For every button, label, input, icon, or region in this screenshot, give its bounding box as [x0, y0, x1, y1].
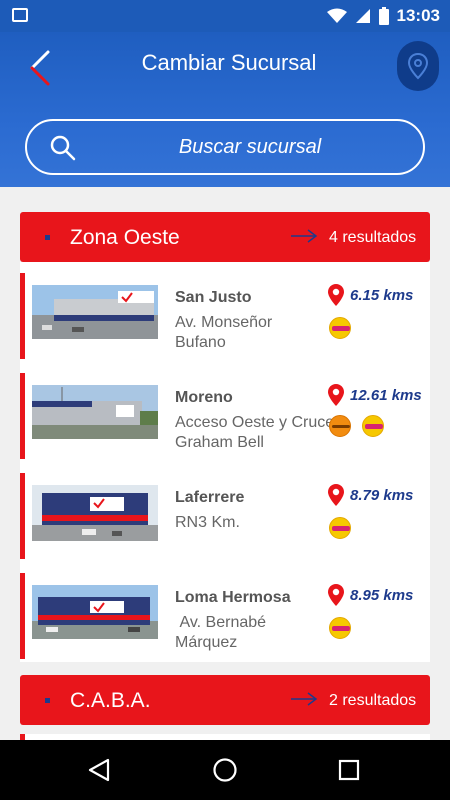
system-icons: 13:03	[326, 6, 440, 26]
branch-distance: 6.15 kms	[350, 287, 414, 304]
promo-badge-icon	[329, 617, 351, 639]
location-pin-icon	[407, 52, 429, 80]
arrow-right-icon	[291, 229, 318, 243]
system-nav-bar	[0, 740, 450, 800]
bullet-icon	[45, 698, 50, 703]
signal-icon	[355, 9, 370, 23]
search-icon	[50, 135, 76, 161]
nav-recent-icon[interactable]	[338, 759, 360, 781]
branch-name: Laferrere	[175, 489, 245, 506]
search-placeholder: Buscar sucursal	[178, 136, 322, 158]
location-button[interactable]	[397, 41, 439, 91]
nav-back-icon[interactable]	[88, 758, 110, 782]
row-accent-bar	[20, 473, 25, 559]
branch-photo	[32, 385, 158, 439]
image-icon	[12, 8, 28, 22]
branch-name: Loma Hermosa	[175, 589, 291, 606]
clock-time: 13:03	[396, 6, 440, 25]
nav-home-icon[interactable]	[212, 757, 238, 783]
arrow-right-icon	[291, 692, 318, 706]
distance-pin-icon	[328, 284, 344, 306]
status-bar: 13:03	[0, 0, 450, 32]
app-header: Cambiar Sucursal Buscar sucursal	[0, 32, 450, 187]
zone-header-caba[interactable]: C.A.B.A. 2 resultados	[20, 675, 430, 725]
list-item[interactable]: Moreno Acceso Oeste y Cruce Graham Bell …	[20, 373, 430, 459]
bullet-icon	[45, 235, 50, 240]
branch-photo	[32, 285, 158, 339]
list-item[interactable]: Loma Hermosa Av. Bernabé Márquez 8.95 km…	[20, 573, 430, 659]
zone-name: C.A.B.A.	[70, 689, 151, 712]
distance-pin-icon	[328, 584, 344, 606]
branch-photo	[32, 485, 158, 541]
distance-pin-icon	[328, 484, 344, 506]
list-item[interactable]: Laferrere RN3 Km. 8.79 kms	[20, 473, 430, 559]
zone-header-oeste[interactable]: Zona Oeste 4 resultados	[20, 212, 430, 262]
battery-icon	[378, 7, 389, 25]
row-accent-bar	[20, 373, 25, 459]
page-title: Cambiar Sucursal	[141, 50, 317, 75]
promo-badge-icon	[329, 317, 351, 339]
branch-name: Moreno	[175, 389, 233, 406]
row-accent-bar	[20, 273, 25, 359]
wifi-icon	[326, 8, 347, 23]
promo-badge-icon	[329, 517, 351, 539]
branch-address: Acceso Oeste y Cruce Graham Bell	[175, 414, 335, 451]
branch-address: Av. Monseñor Bufano	[175, 314, 273, 351]
branch-distance: 8.79 kms	[350, 487, 414, 504]
branch-address: RN3 Km.	[175, 514, 240, 531]
promo-badge-icon	[362, 415, 384, 437]
zone-results-count: 4 resultados	[329, 229, 417, 246]
list-item[interactable]: San Justo Av. Monseñor Bufano 6.15 kms	[20, 273, 430, 359]
branch-distance: 12.61 kms	[350, 387, 422, 404]
branch-distance: 8.95 kms	[350, 587, 414, 604]
branch-list[interactable]: Zona Oeste 4 resultados San Justo Av. Mo…	[0, 187, 450, 740]
zone-oeste-list: San Justo Av. Monseñor Bufano 6.15 kms M…	[20, 262, 430, 662]
row-accent-bar	[20, 573, 25, 659]
branch-address: Av. Bernabé Márquez	[175, 614, 271, 651]
zone-name: Zona Oeste	[70, 226, 180, 249]
zone-results-count: 2 resultados	[329, 692, 417, 709]
distance-pin-icon	[328, 384, 344, 406]
branch-photo	[32, 585, 158, 639]
search-field[interactable]: Buscar sucursal	[25, 119, 425, 175]
orange-badge-icon	[329, 415, 351, 437]
branch-name: San Justo	[175, 289, 252, 306]
